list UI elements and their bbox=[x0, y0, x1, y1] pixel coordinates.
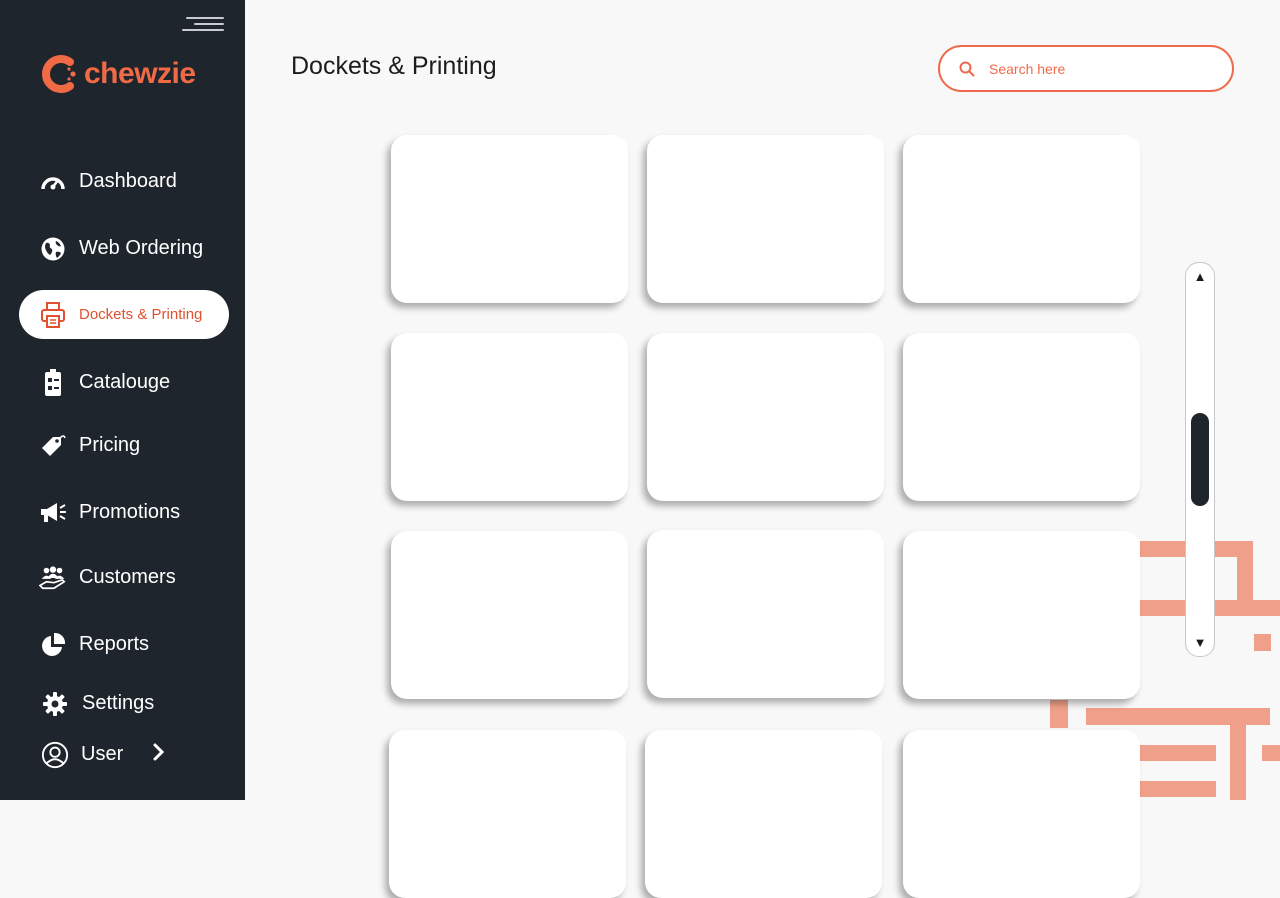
card-r4-c2[interactable] bbox=[645, 730, 882, 898]
chewzie-logo-icon bbox=[42, 55, 76, 93]
scrollbar[interactable]: ▲ ▼ bbox=[1185, 262, 1215, 657]
sidebar-item-dashboard[interactable]: Dashboard bbox=[19, 157, 229, 206]
sidebar-item-customers[interactable]: Customers bbox=[19, 553, 229, 602]
card-r2-c3[interactable] bbox=[903, 333, 1140, 501]
card-r3-c2[interactable] bbox=[647, 530, 884, 698]
price-tag-icon bbox=[39, 432, 67, 460]
search-bar[interactable] bbox=[938, 45, 1234, 92]
sidebar-item-label: Dockets & Printing bbox=[79, 306, 203, 323]
scroll-down-icon[interactable]: ▼ bbox=[1186, 635, 1214, 650]
sidebar: chewzie Dashboard Web Ordering Dockets &… bbox=[0, 0, 245, 800]
sidebar-item-label: Promotions bbox=[79, 501, 181, 523]
sidebar-item-user[interactable]: User bbox=[19, 730, 229, 779]
card-r1-c2[interactable] bbox=[647, 135, 884, 303]
customers-icon bbox=[39, 564, 67, 592]
sidebar-item-label: Reports bbox=[79, 633, 150, 655]
globe-icon bbox=[39, 235, 67, 263]
page-title: Dockets & Printing bbox=[291, 52, 497, 80]
sidebar-item-pricing[interactable]: Pricing bbox=[19, 421, 229, 470]
sidebar-item-label: User bbox=[81, 743, 124, 765]
gear-icon bbox=[41, 690, 69, 718]
sidebar-item-label: Catalouge bbox=[79, 371, 171, 393]
printer-icon bbox=[39, 301, 67, 329]
brand-name: chewzie bbox=[84, 57, 196, 90]
sidebar-item-label: Web Ordering bbox=[79, 237, 204, 259]
sidebar-item-reports[interactable]: Reports bbox=[19, 620, 229, 669]
sidebar-item-label: Pricing bbox=[79, 434, 141, 456]
sidebar-item-settings[interactable]: Settings bbox=[19, 679, 229, 728]
card-r1-c3[interactable] bbox=[903, 135, 1140, 303]
menu-toggle-icon[interactable] bbox=[182, 16, 224, 34]
brand-logo[interactable]: chewzie bbox=[40, 53, 196, 95]
search-input[interactable] bbox=[987, 59, 1211, 78]
sidebar-item-label: Dashboard bbox=[79, 170, 177, 192]
sidebar-item-label: Settings bbox=[82, 692, 155, 714]
megaphone-icon bbox=[39, 499, 67, 527]
card-r4-c3[interactable] bbox=[903, 730, 1140, 898]
card-r2-c1[interactable] bbox=[391, 333, 628, 501]
card-r4-c1[interactable] bbox=[389, 730, 626, 898]
search-icon[interactable] bbox=[959, 61, 975, 77]
sidebar-item-web-ordering[interactable]: Web Ordering bbox=[19, 224, 229, 273]
sidebar-item-label: Customers bbox=[79, 566, 176, 588]
catalogue-icon bbox=[39, 368, 67, 397]
user-icon bbox=[41, 741, 69, 769]
sidebar-item-promotions[interactable]: Promotions bbox=[19, 488, 229, 537]
card-r3-c3[interactable] bbox=[903, 531, 1140, 699]
pie-chart-icon bbox=[39, 631, 67, 659]
sidebar-item-catalouge[interactable]: Catalouge bbox=[19, 358, 229, 407]
card-r3-c1[interactable] bbox=[391, 531, 628, 699]
chevron-right-icon[interactable] bbox=[153, 743, 165, 767]
scroll-up-icon[interactable]: ▲ bbox=[1186, 269, 1214, 284]
sidebar-item-dockets-printing[interactable]: Dockets & Printing bbox=[19, 290, 229, 339]
scrollbar-thumb[interactable] bbox=[1191, 413, 1209, 506]
speedometer-icon bbox=[39, 168, 67, 196]
card-r1-c1[interactable] bbox=[391, 135, 628, 303]
card-r2-c2[interactable] bbox=[647, 333, 884, 501]
